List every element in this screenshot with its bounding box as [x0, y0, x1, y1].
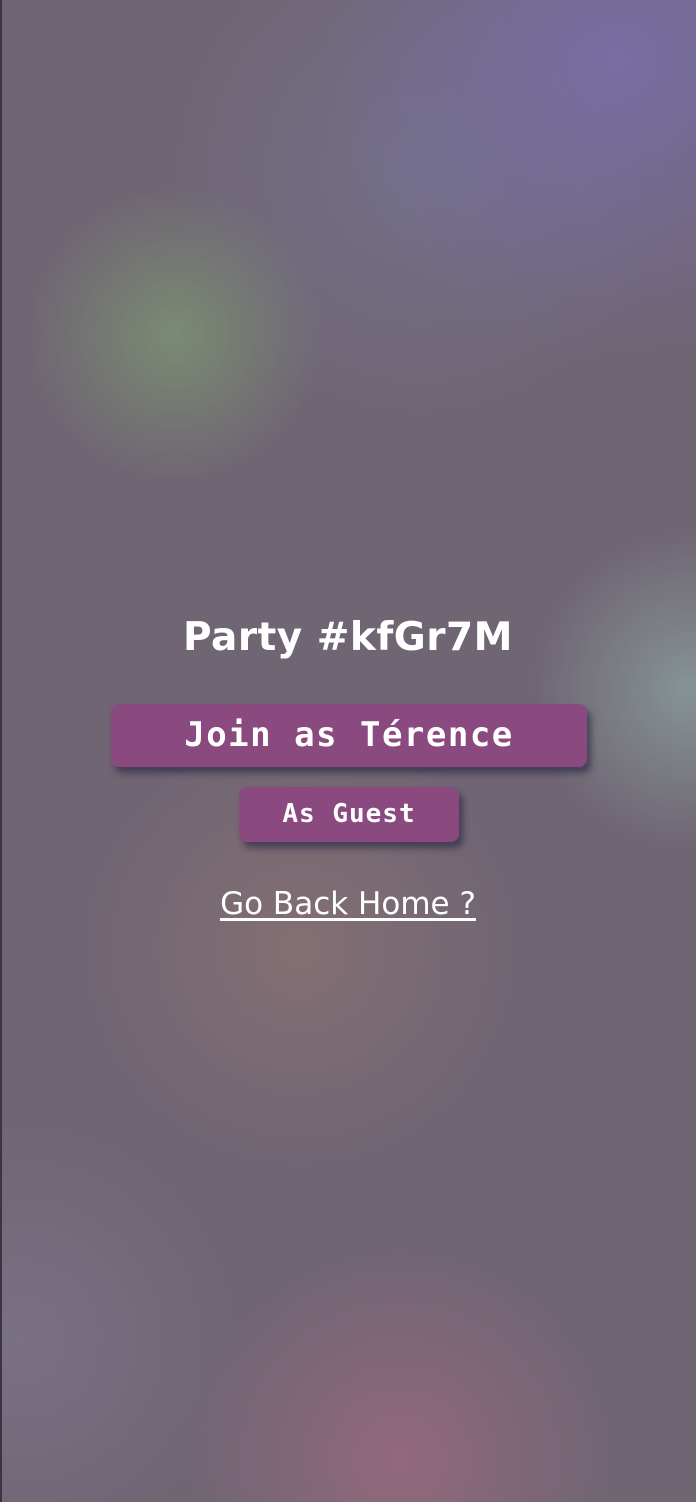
- left-edge-divider: [0, 0, 2, 1502]
- party-title: Party #kfGr7M: [182, 615, 513, 660]
- go-back-home-link[interactable]: Go Back Home ?: [0, 882, 696, 926]
- join-as-guest-button[interactable]: As Guest: [239, 787, 459, 842]
- join-as-user-button[interactable]: Join as Térence: [111, 704, 587, 767]
